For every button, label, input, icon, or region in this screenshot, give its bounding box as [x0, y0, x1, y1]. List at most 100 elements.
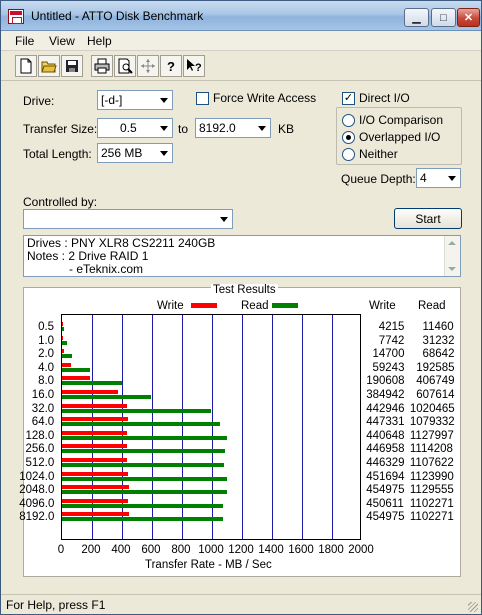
write-value: 190608 — [366, 375, 405, 388]
category-label: 1.0 — [38, 334, 55, 347]
write-bar — [62, 458, 128, 462]
x-tick-label: 600 — [141, 544, 161, 556]
chevron-down-icon[interactable] — [155, 91, 172, 109]
save-icon — [66, 60, 78, 72]
write-value: 451694 — [366, 470, 405, 483]
write-bar — [62, 471, 129, 476]
window-title: Untitled - ATTO Disk Benchmark — [31, 9, 204, 23]
write-column-header: Write — [369, 300, 396, 312]
status-bar: For Help, press F1 — [1, 594, 481, 614]
read-value: 406749 — [416, 375, 455, 388]
read-bar — [62, 435, 228, 440]
category-label: 2.0 — [38, 348, 55, 361]
read-column-header: Read — [418, 300, 446, 312]
x-tick-label: 800 — [171, 544, 191, 556]
read-legend-swatch — [272, 303, 298, 308]
x-axis-title: Transfer Rate - MB / Sec — [145, 559, 272, 571]
chevron-down-icon[interactable] — [215, 210, 232, 228]
neither-radio[interactable] — [342, 148, 355, 161]
direct-io-label: Direct I/O — [359, 91, 410, 105]
menu-view[interactable]: View — [49, 34, 75, 48]
minimize-button[interactable]: ▁ — [404, 8, 429, 27]
direct-io-checkbox[interactable]: ✓ — [342, 92, 355, 105]
grid-line — [272, 315, 273, 539]
write-bar — [62, 444, 128, 449]
overlapped-io-radio[interactable] — [342, 131, 355, 144]
queue-depth-label: Queue Depth: — [341, 172, 416, 186]
whats-this-button[interactable]: ? — [183, 55, 205, 77]
queue-depth-select[interactable]: 4 — [416, 168, 461, 188]
io-comparison-radio[interactable] — [342, 114, 355, 127]
menu-help[interactable]: Help — [87, 34, 112, 48]
x-tick-label: 1200 — [228, 544, 254, 556]
force-write-checkbox[interactable] — [196, 92, 209, 105]
help-button[interactable]: ? — [160, 55, 182, 77]
write-bar — [62, 403, 127, 408]
grid-line — [332, 315, 333, 539]
category-label: 8192.0 — [19, 511, 55, 524]
start-button[interactable]: Start — [394, 208, 462, 229]
read-bar — [62, 381, 122, 386]
read-bar — [62, 367, 91, 372]
chevron-down-icon[interactable] — [155, 144, 172, 162]
drive-label: Drive: — [23, 94, 55, 108]
read-bar — [62, 354, 73, 359]
grid-line — [242, 315, 243, 539]
read-bar — [62, 422, 221, 427]
read-value: 68642 — [422, 348, 455, 361]
category-label: 512.0 — [25, 457, 55, 469]
open-button[interactable] — [38, 55, 60, 77]
transfer-size-label: Transfer Size: — [23, 122, 98, 136]
write-bar — [62, 376, 90, 381]
total-length-select[interactable]: 256 MB — [97, 143, 173, 163]
transfer-size-from-select[interactable]: 0.5 — [97, 118, 173, 138]
read-value: 31232 — [422, 334, 455, 347]
force-write-label: Force Write Access — [213, 91, 317, 105]
read-bar — [62, 490, 228, 495]
print-preview-button[interactable] — [114, 55, 136, 77]
whats-this-help-icon: ? — [187, 59, 202, 74]
menu-file[interactable]: File — [15, 34, 34, 48]
total-length-value: 256 MB — [101, 146, 143, 160]
chevron-down-icon[interactable] — [253, 119, 270, 137]
print-button[interactable] — [91, 55, 113, 77]
transfer-size-to-select[interactable]: 8192.0 — [195, 118, 271, 138]
category-label: 256.0 — [25, 443, 55, 456]
save-button[interactable] — [61, 55, 83, 77]
drive-select[interactable]: [-d-] — [97, 90, 173, 110]
new-file-button[interactable] — [15, 55, 37, 77]
read-value: 11460 — [422, 321, 454, 333]
svg-text:?: ? — [167, 59, 175, 74]
read-value: 1123990 — [409, 470, 454, 483]
neither-label: Neither — [359, 147, 398, 161]
chevron-down-icon[interactable] — [155, 119, 172, 137]
x-tick-label: 1600 — [288, 544, 314, 556]
transfer-from-value: 0.5 — [120, 121, 137, 135]
category-label: 4096.0 — [19, 497, 55, 510]
total-length-label: Total Length: — [23, 147, 92, 161]
read-value: 607614 — [416, 389, 455, 401]
move-button[interactable] — [137, 55, 159, 77]
category-label: 2048.0 — [19, 484, 55, 497]
close-button[interactable]: ✕ — [457, 8, 480, 27]
menu-bar: File View Help — [1, 31, 481, 51]
resize-grip-icon[interactable] — [468, 602, 478, 612]
read-value: 1102271 — [409, 497, 454, 510]
x-tick-label: 1000 — [198, 544, 224, 556]
read-bar — [62, 503, 224, 508]
maximize-button[interactable]: □ — [431, 8, 456, 27]
start-button-label: Start — [415, 211, 441, 226]
write-legend-swatch — [191, 303, 217, 308]
notes-scrollbar[interactable] — [444, 236, 460, 276]
controlled-by-select[interactable] — [23, 209, 233, 229]
write-bar — [62, 417, 128, 422]
notes-textarea[interactable]: Drives : PNY XLR8 CS2211 240GB Notes : 2… — [23, 235, 461, 277]
close-icon: ✕ — [463, 12, 474, 24]
chevron-down-icon[interactable] — [443, 169, 460, 187]
write-value: 4215 — [378, 321, 405, 333]
scroll-down-icon[interactable] — [448, 267, 456, 271]
scroll-up-icon[interactable] — [448, 241, 456, 245]
status-text: For Help, press F1 — [6, 598, 106, 612]
read-value: 1114208 — [409, 443, 453, 456]
read-bar — [62, 476, 227, 481]
